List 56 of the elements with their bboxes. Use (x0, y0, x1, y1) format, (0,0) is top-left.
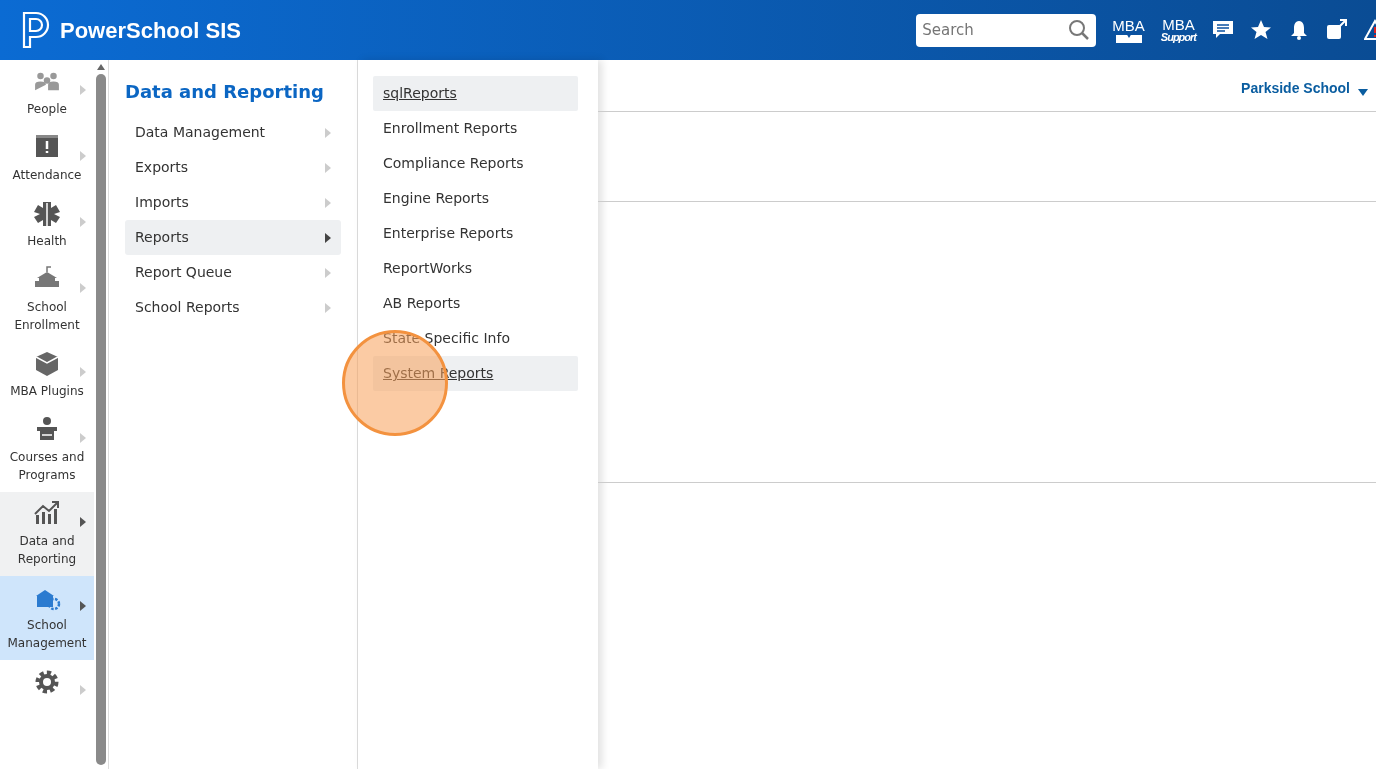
menu-item[interactable]: Report Queue (125, 255, 341, 290)
school-selector[interactable]: Parkside School (1241, 60, 1368, 111)
brand-title: PowerSchool SIS (60, 16, 241, 45)
submenu-item[interactable]: ReportWorks (373, 251, 578, 286)
search-field[interactable]: Search (916, 13, 1097, 47)
submenu-item[interactable]: Enterprise Reports (373, 216, 578, 251)
submenu-item[interactable]: Engine Reports (373, 181, 578, 216)
sidebar-item[interactable]: School Management (0, 576, 94, 660)
cube-icon (33, 350, 61, 378)
menu-title: Data and Reporting (124, 80, 325, 104)
submenu-item[interactable]: Compliance Reports (373, 146, 578, 181)
scrollbar-thumb[interactable] (96, 74, 106, 765)
mba-button[interactable]: MBA (1112, 17, 1145, 43)
submenu-item[interactable]: sqlReports (373, 76, 578, 111)
submenu-item[interactable]: AB Reports (373, 286, 578, 321)
people-icon (34, 72, 60, 91)
caret-icon (325, 127, 331, 138)
search-icon[interactable] (1068, 18, 1091, 41)
menu-item[interactable]: Imports (125, 185, 341, 220)
caret-icon (80, 600, 86, 611)
sidebar-item[interactable]: People (0, 60, 94, 126)
caret-icon (80, 432, 86, 443)
caret-icon (80, 150, 86, 161)
dropdown-caret-icon (1358, 88, 1368, 96)
menu-item[interactable]: School Reports (125, 290, 341, 325)
mba-button[interactable]: MBA Support (1160, 17, 1196, 43)
menu-item[interactable]: Data Management (125, 115, 341, 150)
logo-icon[interactable] (22, 11, 52, 49)
caret-icon (325, 232, 331, 243)
medical-icon (33, 200, 61, 228)
scroll-up-arrow-icon[interactable] (97, 64, 105, 70)
sidebar-item[interactable]: Courses and Programs (0, 408, 94, 492)
gear-icon (33, 668, 61, 696)
external-link-icon[interactable] (1326, 19, 1348, 41)
caret-icon (80, 684, 86, 695)
caret-icon (80, 216, 86, 227)
menu-item[interactable]: Reports (125, 220, 341, 255)
tray-icon (1115, 32, 1142, 43)
caret-icon (80, 84, 86, 95)
chat-icon[interactable] (1212, 19, 1234, 41)
sidebar-item[interactable]: Health (0, 192, 94, 258)
caret-icon (325, 162, 331, 173)
menu-item[interactable]: Exports (125, 150, 341, 185)
warning-icon[interactable] (1364, 19, 1376, 41)
sidebar-item[interactable]: School Enrollment (0, 258, 94, 342)
submenu-item[interactable]: Enrollment Reports (373, 111, 578, 146)
caret-icon (80, 366, 86, 377)
sidebar-item[interactable]: Data and Reporting (0, 492, 94, 576)
sidebar-item[interactable]: MBA Plugins (0, 342, 94, 408)
caret-icon (325, 197, 331, 208)
caret-icon (80, 516, 86, 527)
star-icon[interactable] (1250, 19, 1272, 41)
sidebar-item[interactable]: Attendance (0, 126, 94, 192)
caret-icon (80, 282, 86, 293)
caret-icon (325, 267, 331, 278)
caret-icon (325, 302, 331, 313)
